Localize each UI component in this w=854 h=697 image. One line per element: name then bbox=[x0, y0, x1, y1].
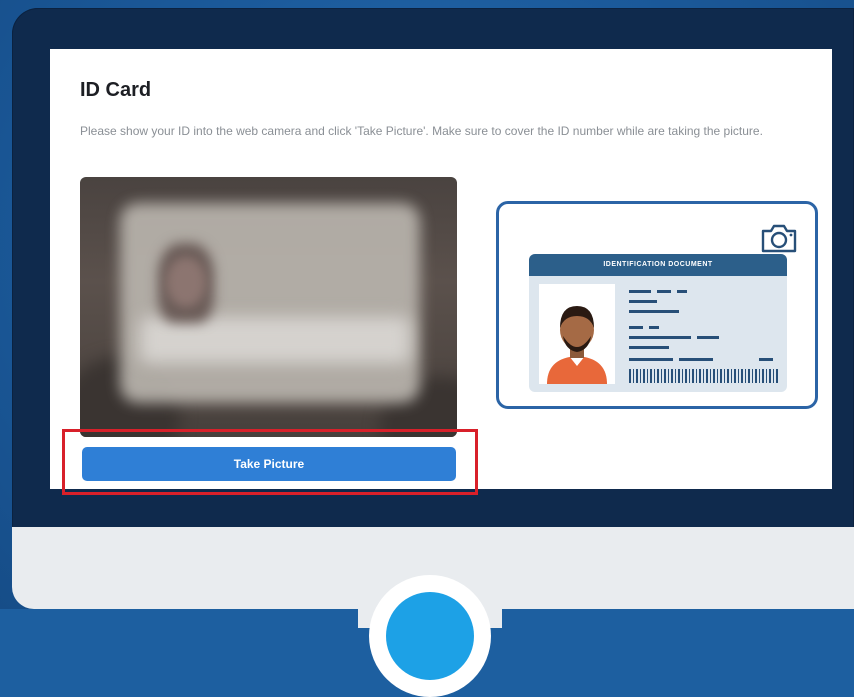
id-text-line bbox=[657, 290, 671, 293]
id-text-line bbox=[649, 326, 659, 329]
instructions-text: Please show your ID into the web camera … bbox=[80, 124, 763, 138]
home-button-icon bbox=[386, 592, 474, 680]
id-text-line bbox=[677, 290, 687, 293]
id-card-illustration: IDENTIFICATION DOCUMENT bbox=[496, 201, 818, 409]
webcam-blur bbox=[140, 317, 410, 363]
id-text-line bbox=[759, 358, 773, 361]
id-photo-avatar bbox=[539, 284, 615, 384]
person-icon bbox=[547, 306, 607, 384]
id-text-line bbox=[697, 336, 719, 339]
webcam-blur bbox=[166, 257, 206, 307]
webcam-preview bbox=[80, 177, 457, 437]
page-title: ID Card bbox=[80, 79, 152, 101]
id-text-line bbox=[629, 290, 651, 293]
id-text-line bbox=[629, 336, 691, 339]
id-text-line bbox=[629, 346, 669, 349]
app-screen: ID Card Please show your ID into the web… bbox=[50, 49, 832, 489]
take-picture-button[interactable]: Take Picture bbox=[82, 447, 456, 481]
id-text-line bbox=[629, 300, 657, 303]
id-card-graphic: IDENTIFICATION DOCUMENT bbox=[529, 254, 787, 392]
id-text-line bbox=[679, 358, 713, 361]
id-text-line bbox=[629, 326, 643, 329]
id-text-line bbox=[629, 310, 679, 313]
barcode bbox=[629, 369, 779, 383]
id-text-line bbox=[629, 358, 673, 361]
id-card-header: IDENTIFICATION DOCUMENT bbox=[529, 254, 787, 276]
camera-icon bbox=[761, 224, 797, 253]
